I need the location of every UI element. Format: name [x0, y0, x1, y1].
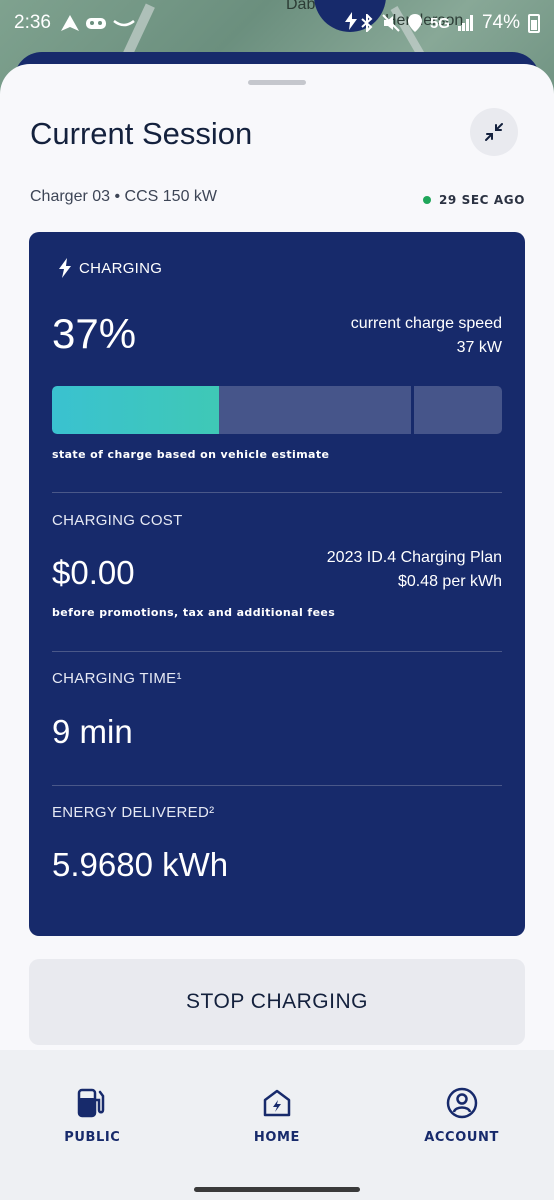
charge-speed-value: 37 kW [456, 339, 502, 356]
bluetooth-icon [361, 14, 373, 32]
bottom-nav: PUBLIC HOME ACCOUNT [0, 1050, 554, 1200]
nav-item-public[interactable]: PUBLIC [0, 1050, 185, 1200]
live-status-dot [422, 196, 431, 204]
nav-item-home[interactable]: HOME [185, 1050, 370, 1200]
battery-icon [528, 13, 540, 33]
energy-value: 5.9680 kWh [52, 846, 229, 883]
fee-note: before promotions, tax and additional fe… [52, 606, 336, 619]
nav-item-account[interactable]: ACCOUNT [369, 1050, 554, 1200]
status-bar: 2:36 5G 74% [0, 0, 554, 46]
drag-handle[interactable] [248, 80, 306, 85]
last-updated-label: 29 SEC AGO [438, 193, 525, 207]
charging-plan: 2023 ID.4 Charging Plan $0.48 per kWh [327, 546, 502, 594]
gamepad-icon [85, 18, 106, 29]
charging-card: CHARGING 37% current charge speed 37 kW … [29, 232, 525, 936]
signal-icon [457, 15, 473, 31]
nav-label-home: HOME [253, 1130, 301, 1145]
divider [52, 785, 502, 786]
nav-label-account: ACCOUNT [424, 1130, 499, 1145]
divider [52, 651, 502, 652]
session-sheet: Current Session Charger 03 • CCS 150 kW … [0, 64, 554, 1050]
account-icon [446, 1087, 477, 1119]
last-updated: 29 SEC AGO [422, 193, 525, 207]
time-label: CHARGING TIME¹ [52, 670, 182, 687]
fuel-pump-icon [78, 1088, 105, 1118]
amazon-icon [113, 19, 135, 27]
charge-progress-bar [52, 386, 502, 434]
location-icon [407, 14, 422, 32]
cost-value: $0.00 [52, 554, 135, 591]
bolt-icon [59, 258, 71, 278]
charging-status: CHARGING [59, 258, 162, 278]
network-type: 5G [429, 14, 450, 32]
clock: 2:36 [14, 12, 51, 33]
nav-label-public: PUBLIC [64, 1130, 121, 1145]
plan-name: 2023 ID.4 Charging Plan [326, 549, 502, 566]
navigation-icon [60, 15, 79, 31]
charging-status-label: CHARGING [79, 259, 163, 277]
charger-info: Charger 03 • CCS 150 kW [30, 188, 218, 205]
time-value: 9 min [52, 713, 133, 750]
divider [52, 492, 502, 493]
charge-progress-fill [52, 386, 219, 434]
home-charger-icon [263, 1089, 291, 1117]
mute-icon [382, 14, 400, 32]
home-indicator[interactable] [194, 1187, 360, 1192]
cost-label: CHARGING COST [52, 512, 183, 529]
plan-rate: $0.48 per kWh [397, 573, 502, 590]
page-title: Current Session [30, 116, 253, 151]
collapse-button[interactable] [470, 108, 518, 156]
charge-speed: current charge speed 37 kW [351, 312, 502, 360]
progress-divider [411, 386, 414, 434]
energy-label: ENERGY DELIVERED² [52, 804, 215, 821]
soc-note: state of charge based on vehicle estimat… [52, 448, 330, 461]
collapse-arrows-icon [485, 123, 503, 141]
battery-percent: 74% [481, 12, 520, 33]
charge-speed-label: current charge speed [350, 315, 502, 332]
state-of-charge: 37% [52, 310, 137, 357]
stop-charging-button[interactable]: STOP CHARGING [29, 959, 525, 1045]
